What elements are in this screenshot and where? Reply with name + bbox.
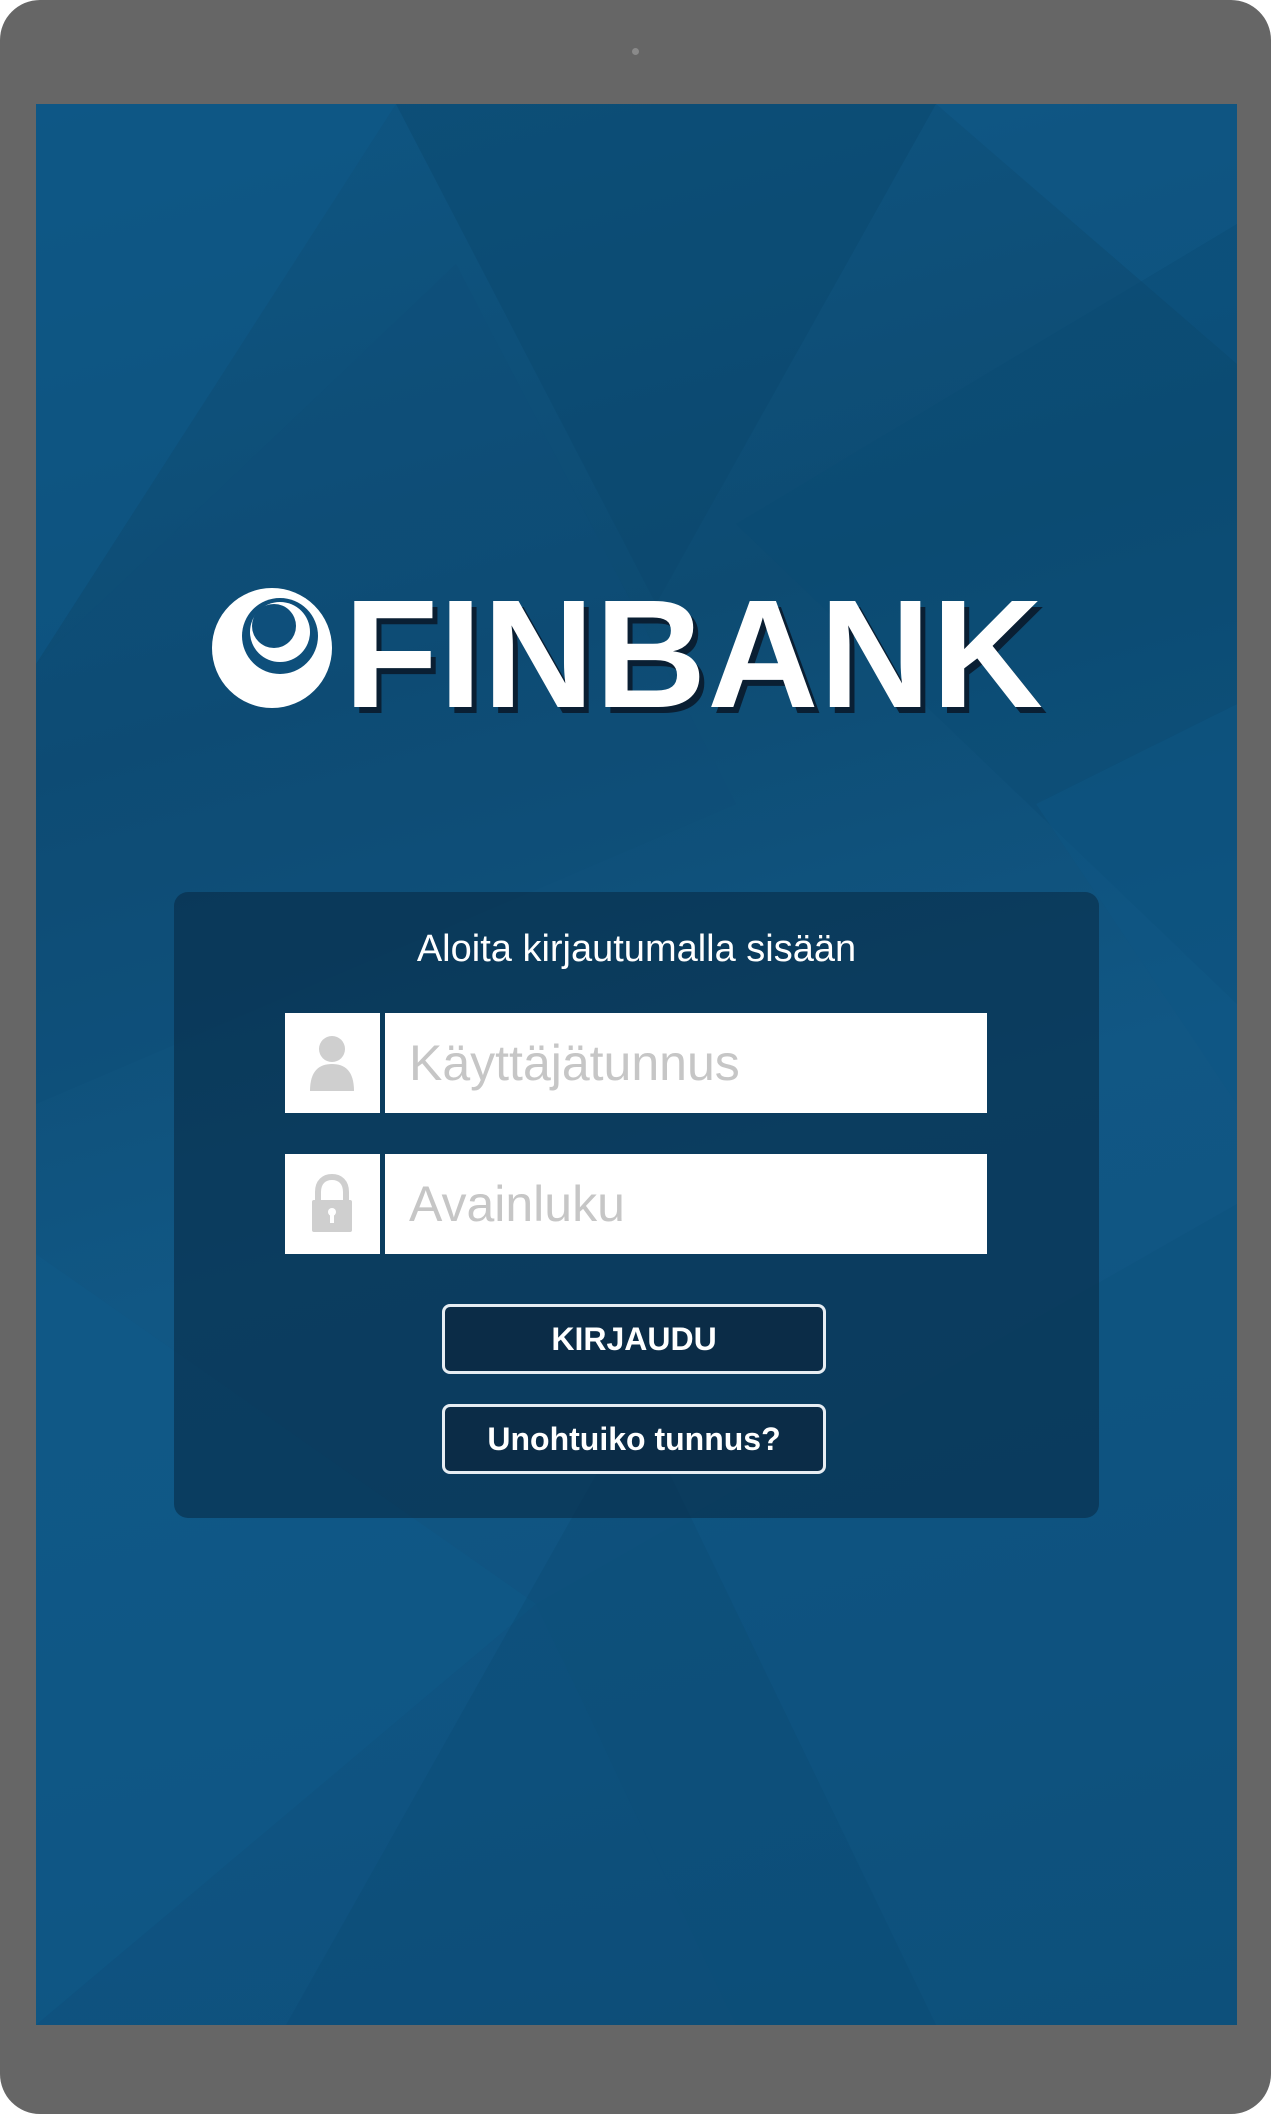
lock-icon (312, 1174, 352, 1232)
forgot-credentials-button[interactable]: Unohtuiko tunnus? (442, 1404, 826, 1474)
brand-logo: FINBANK (210, 574, 1070, 774)
crescent-circle-logo-icon (212, 588, 332, 708)
login-panel: Aloita kirjautumalla sisään Käyttäjätunn… (174, 892, 1099, 1518)
username-input[interactable] (385, 1013, 987, 1113)
username-icon-box (285, 1013, 380, 1113)
user-icon (310, 1036, 354, 1091)
password-input[interactable] (385, 1154, 987, 1254)
tablet-frame: FINBANK Aloita kirjautumalla sisään Käyt… (0, 0, 1271, 2114)
login-title: Aloita kirjautumalla sisään (416, 928, 857, 970)
username-row (285, 1013, 987, 1113)
password-icon-box (285, 1154, 380, 1254)
app-screen: FINBANK Aloita kirjautumalla sisään Käyt… (36, 104, 1237, 2025)
login-button[interactable]: KIRJAUDU (442, 1304, 826, 1374)
camera-dot (632, 48, 639, 55)
password-row (285, 1154, 987, 1254)
brand-name: FINBANK (344, 568, 1044, 740)
